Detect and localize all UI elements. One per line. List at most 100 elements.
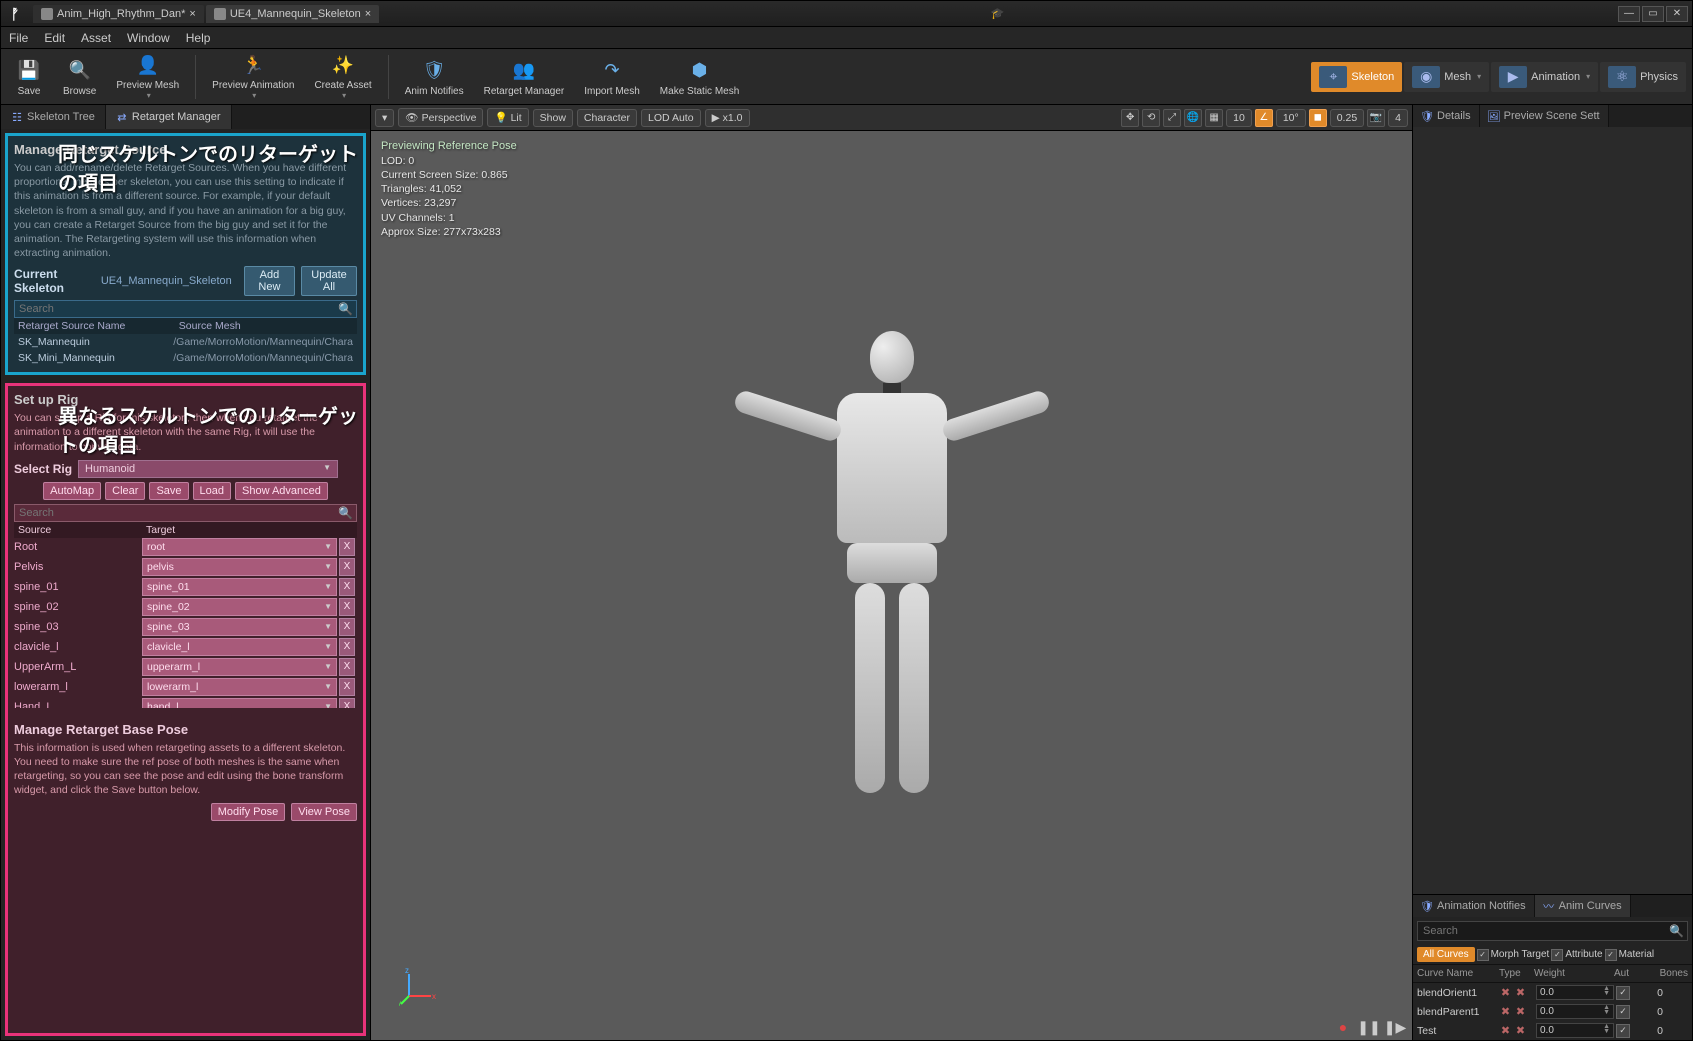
close-icon[interactable]: × — [365, 8, 371, 20]
tab-skeleton-tree[interactable]: ☷Skeleton Tree — [1, 105, 106, 129]
curve-row[interactable]: blendOrient1✖✖0.0▲▼✓0 — [1413, 983, 1692, 1002]
update-all-button[interactable]: Update All — [301, 266, 357, 296]
clear-mapping-button[interactable]: X — [339, 538, 355, 556]
rig-target-select[interactable]: spine_01▼ — [142, 578, 337, 596]
tab-anim-curves[interactable]: 〰Anim Curves — [1535, 895, 1631, 917]
menu-window[interactable]: Window — [127, 31, 170, 45]
preview-anim-button[interactable]: 🏃Preview Animation▾ — [204, 52, 302, 102]
clear-mapping-button[interactable]: X — [339, 598, 355, 616]
delete-icon[interactable]: ✖ — [1514, 986, 1527, 999]
show-button[interactable]: Show — [533, 109, 573, 127]
rig-target-select[interactable]: lowerarm_l▼ — [142, 678, 337, 696]
add-new-button[interactable]: Add New — [244, 266, 295, 296]
lit-button[interactable]: 💡 Lit — [487, 108, 528, 127]
tab-retarget-manager[interactable]: ⇄Retarget Manager — [106, 105, 232, 129]
clear-mapping-button[interactable]: X — [339, 618, 355, 636]
view-pose-button[interactable]: View Pose — [291, 803, 357, 821]
mode-physics[interactable]: ⚛Physics — [1600, 62, 1686, 92]
import-mesh-button[interactable]: ↷Import Mesh — [576, 52, 648, 102]
rig-target-select[interactable]: clavicle_l▼ — [142, 638, 337, 656]
clear-mapping-button[interactable]: X — [339, 698, 355, 708]
delete-icon[interactable]: ✖ — [1499, 1005, 1512, 1018]
camera-speed-icon[interactable]: 📷 — [1367, 109, 1385, 127]
scale-value[interactable]: 0.25 — [1330, 109, 1364, 127]
retarget-manager-button[interactable]: 👥Retarget Manager — [476, 52, 573, 102]
rig-target-select[interactable]: hand_l▼ — [142, 698, 337, 708]
menu-edit[interactable]: Edit — [44, 31, 65, 45]
browse-button[interactable]: 🔍Browse — [55, 52, 104, 102]
viewport-3d[interactable]: Previewing Reference Pose LOD: 0 Current… — [371, 131, 1412, 1040]
delete-icon[interactable]: ✖ — [1514, 1024, 1527, 1037]
weight-input[interactable]: 0.0▲▼ — [1536, 1023, 1614, 1038]
speed-button[interactable]: ▶ x1.0 — [705, 109, 750, 127]
world-icon[interactable]: 🌐 — [1184, 109, 1202, 127]
close-icon[interactable]: × — [189, 8, 195, 20]
cam-speed[interactable]: 4 — [1388, 109, 1408, 127]
rig-target-select[interactable]: upperarm_l▼ — [142, 658, 337, 676]
anim-notifies-button[interactable]: 🛡Anim Notifies — [397, 52, 472, 102]
step-button[interactable]: ❚▶ — [1386, 1018, 1404, 1036]
clear-mapping-button[interactable]: X — [339, 578, 355, 596]
create-asset-button[interactable]: ✨Create Asset▾ — [306, 52, 379, 102]
character-button[interactable]: Character — [577, 109, 637, 127]
save-button[interactable]: 💾Save — [7, 52, 51, 102]
clear-mapping-button[interactable]: X — [339, 638, 355, 656]
weight-input[interactable]: 0.0▲▼ — [1536, 985, 1614, 1000]
weight-input[interactable]: 0.0▲▼ — [1536, 1004, 1614, 1019]
delete-icon[interactable]: ✖ — [1499, 986, 1512, 999]
menu-help[interactable]: Help — [186, 31, 211, 45]
rig-target-select[interactable]: pelvis▼ — [142, 558, 337, 576]
auto-checkbox[interactable]: ✓ — [1616, 986, 1630, 1000]
clear-mapping-button[interactable]: X — [339, 678, 355, 696]
angle-value[interactable]: 10° — [1276, 109, 1306, 127]
curve-search-input[interactable] — [1417, 921, 1688, 941]
show-advanced-button[interactable]: Show Advanced — [235, 482, 328, 500]
scale-snap-icon[interactable]: ◼ — [1309, 109, 1327, 127]
save-button[interactable]: Save — [149, 482, 188, 500]
mode-skeleton[interactable]: ⌖Skeleton — [1311, 62, 1402, 92]
close-button[interactable]: ✕ — [1666, 6, 1688, 22]
morph-checkbox[interactable]: ✓ — [1477, 949, 1489, 961]
tab-details[interactable]: 🛡Details — [1413, 105, 1480, 127]
menu-file[interactable]: File — [9, 31, 28, 45]
editor-tab[interactable]: Anim_High_Rhythm_Dan*× — [33, 5, 204, 23]
load-button[interactable]: Load — [193, 482, 231, 500]
angle-snap-icon[interactable]: ∠ — [1255, 109, 1273, 127]
clear-mapping-button[interactable]: X — [339, 658, 355, 676]
grid-value[interactable]: 10 — [1226, 109, 1252, 127]
tab-preview-scene[interactable]: 🖼Preview Scene Sett — [1480, 105, 1609, 127]
translate-icon[interactable]: ✥ — [1121, 109, 1139, 127]
menu-asset[interactable]: Asset — [81, 31, 111, 45]
rig-target-select[interactable]: spine_03▼ — [142, 618, 337, 636]
search-input[interactable] — [14, 504, 357, 522]
delete-icon[interactable]: ✖ — [1499, 1024, 1512, 1037]
mode-animation[interactable]: ▶Animation▾ — [1491, 62, 1598, 92]
graduation-icon[interactable]: 🎓 — [991, 7, 1005, 20]
rig-select[interactable]: Humanoid▼ — [78, 460, 338, 478]
preview-mesh-button[interactable]: 👤Preview Mesh▾ — [108, 52, 187, 102]
auto-checkbox[interactable]: ✓ — [1616, 1024, 1630, 1038]
editor-tab[interactable]: UE4_Mannequin_Skeleton× — [206, 5, 379, 23]
clear-button[interactable]: Clear — [105, 482, 145, 500]
automap-button[interactable]: AutoMap — [43, 482, 101, 500]
table-row[interactable]: SK_Mini_Mannequin/Game/MorroMotion/Manne… — [14, 350, 357, 366]
mode-mesh[interactable]: ◉Mesh▾ — [1404, 62, 1489, 92]
filter-all-curves[interactable]: All Curves — [1417, 947, 1475, 962]
auto-checkbox[interactable]: ✓ — [1616, 1005, 1630, 1019]
make-static-button[interactable]: ⬢Make Static Mesh — [652, 52, 747, 102]
rotate-icon[interactable]: ⟲ — [1142, 109, 1160, 127]
grid-snap-icon[interactable]: ▦ — [1205, 109, 1223, 127]
tab-anim-notifies[interactable]: 🛡Animation Notifies — [1413, 895, 1535, 917]
curve-row[interactable]: blendParent1✖✖0.0▲▼✓0 — [1413, 1002, 1692, 1021]
mat-checkbox[interactable]: ✓ — [1605, 949, 1617, 961]
clear-mapping-button[interactable]: X — [339, 558, 355, 576]
table-row[interactable]: SK_Mannequin/Game/MorroMotion/Mannequin/… — [14, 334, 357, 350]
modify-pose-button[interactable]: Modify Pose — [211, 803, 286, 821]
rig-target-select[interactable]: root▼ — [142, 538, 337, 556]
perspective-button[interactable]: 👁 Perspective — [398, 108, 483, 127]
minimize-button[interactable]: ― — [1618, 6, 1640, 22]
search-input[interactable] — [14, 300, 357, 318]
lod-button[interactable]: LOD Auto — [641, 109, 701, 127]
scale-icon[interactable]: ⤢ — [1163, 109, 1181, 127]
pause-button[interactable]: ❚❚ — [1360, 1018, 1378, 1036]
